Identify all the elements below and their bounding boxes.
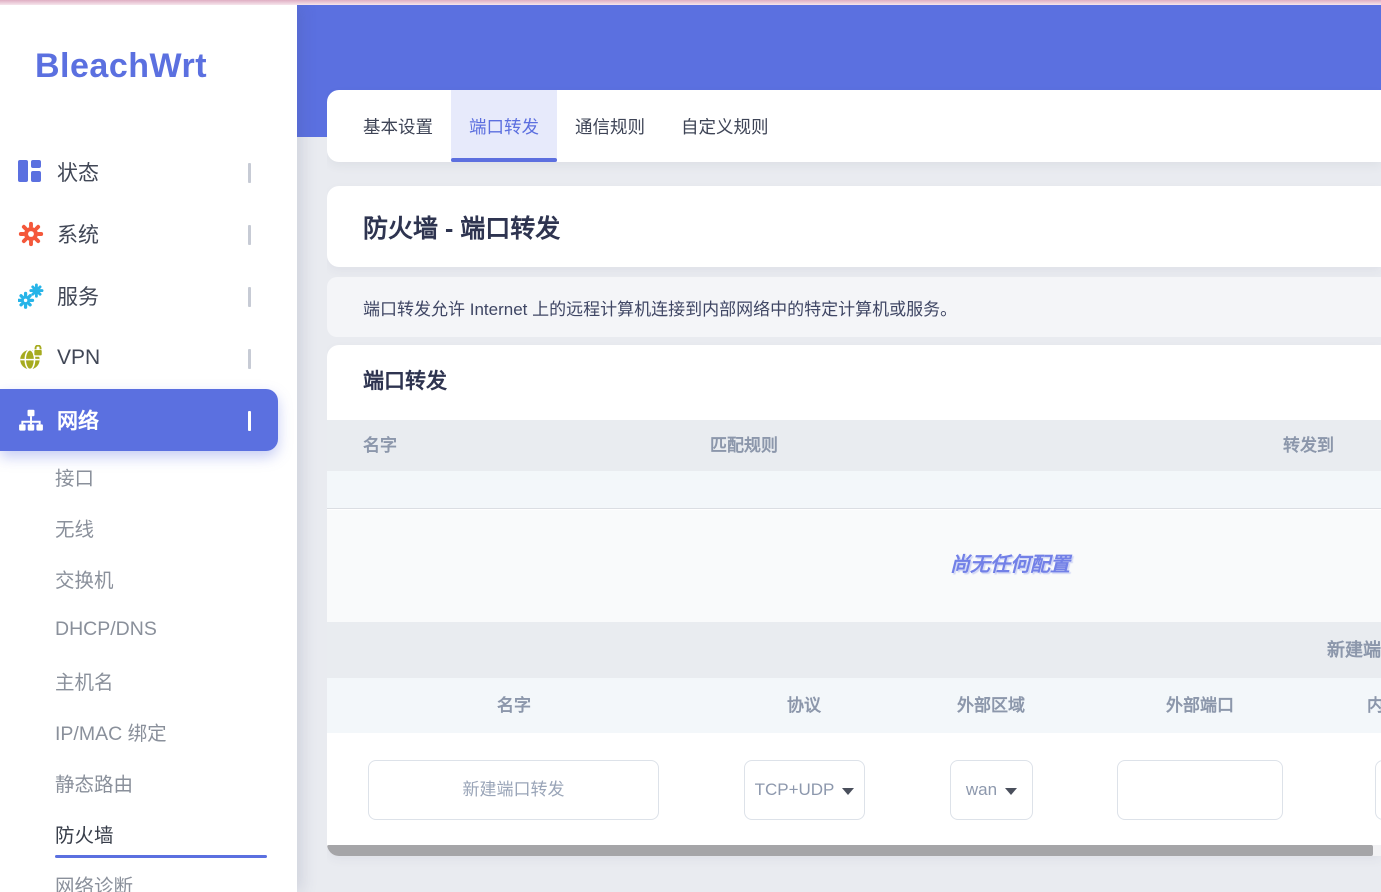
tab-general-settings[interactable]: 基本设置 [345, 90, 451, 162]
protocol-select-value: TCP+UDP [755, 780, 835, 800]
sidebar-item-label: 系统 [57, 219, 99, 249]
sidebar-item-label: VPN [57, 346, 100, 370]
sidebar-item-vpn[interactable]: VPN [0, 327, 297, 389]
form-column-protocol: 协议 [724, 678, 884, 733]
sidebar-submenu-network: 接口 无线 交换机 DHCP/DNS 主机名 IP/MAC 绑定 静态路由 防火… [0, 451, 297, 892]
sidebar: BleachWrt 状态 [0, 5, 297, 892]
sidebar-item-status[interactable]: 状态 [0, 141, 297, 203]
dropdown-caret-icon [1005, 788, 1017, 795]
rules-table-empty-zone: 尚无任何配置 [327, 510, 1381, 622]
chevron-right-icon [248, 225, 251, 243]
chevron-down-icon [248, 411, 251, 429]
sidebar-item-ip-mac-binding[interactable]: IP/MAC 绑定 [0, 706, 297, 757]
globe-lock-icon [18, 345, 44, 371]
sidebar-item-label: 状态 [57, 157, 99, 187]
form-column-internal-zone: 内部区域 [1321, 678, 1381, 733]
form-column-name: 名字 [434, 678, 594, 733]
create-form-header: 名字 协议 外部区域 外部端口 内部区域 [327, 678, 1381, 733]
internal-zone-input[interactable] [1375, 760, 1381, 820]
chevron-right-icon [248, 349, 251, 367]
tab-traffic-rules[interactable]: 通信规则 [557, 90, 663, 162]
external-zone-select[interactable]: wan [950, 760, 1033, 820]
sidebar-item-label: 服务 [57, 281, 99, 311]
sidebar-item-dhcp-dns[interactable]: DHCP/DNS [0, 604, 297, 655]
app-window: BleachWrt 状态 [0, 0, 1381, 892]
dropdown-caret-icon [842, 788, 854, 795]
external-zone-value: wan [966, 780, 997, 800]
column-header-match: 匹配规则 [710, 420, 778, 471]
loading-progress-strip [0, 0, 1381, 5]
rules-table-empty-row [327, 471, 1381, 509]
brand-logo[interactable]: BleachWrt [35, 47, 207, 86]
scrollbar-thumb[interactable] [327, 845, 1373, 856]
gear-icon [18, 221, 44, 247]
external-port-input[interactable] [1117, 760, 1283, 820]
dashboard-icon [18, 159, 44, 185]
create-section-row: 新建端口转发 [327, 622, 1381, 678]
chevron-right-icon [248, 163, 251, 181]
chevron-right-icon [248, 287, 251, 305]
sidebar-item-switch[interactable]: 交换机 [0, 553, 297, 604]
sidebar-item-static-routes[interactable]: 静态路由 [0, 757, 297, 808]
main-content: 基本设置 端口转发 通信规则 自定义规则 防火墙 - 端口转发 端口转发允许 I… [327, 0, 1381, 892]
sidebar-item-network[interactable]: 网络 [0, 389, 278, 451]
create-section-title: 新建端口转发 [327, 622, 1381, 678]
form-column-external-zone: 外部区域 [911, 678, 1071, 733]
create-form-row: TCP+UDP wan [327, 733, 1381, 845]
tab-port-forwards[interactable]: 端口转发 [451, 90, 557, 162]
column-header-name: 名字 [363, 420, 397, 471]
sidebar-menu: 状态 系统 [0, 141, 297, 451]
sidebar-item-hostnames[interactable]: 主机名 [0, 655, 297, 706]
empty-state-text: 尚无任何配置 [327, 548, 1381, 577]
sidebar-item-system[interactable]: 系统 [0, 203, 297, 265]
horizontal-scrollbar[interactable] [327, 845, 1381, 856]
form-column-external-port: 外部端口 [1120, 678, 1280, 733]
sidebar-item-label: 网络 [57, 405, 99, 435]
page-description-card: 端口转发允许 Internet 上的远程计算机连接到内部网络中的特定计算机或服务… [327, 277, 1381, 337]
sitemap-icon [18, 407, 44, 433]
protocol-select[interactable]: TCP+UDP [744, 760, 865, 820]
gears-icon [18, 283, 44, 309]
rules-table-header: 名字 匹配规则 转发到 [327, 420, 1381, 471]
section-title: 端口转发 [363, 365, 447, 395]
sidebar-item-firewall[interactable]: 防火墙 [0, 808, 297, 859]
page-description: 端口转发允许 Internet 上的远程计算机连接到内部网络中的特定计算机或服务… [363, 295, 957, 320]
sidebar-item-interfaces[interactable]: 接口 [0, 451, 297, 502]
sidebar-item-services[interactable]: 服务 [0, 265, 297, 327]
tab-bar: 基本设置 端口转发 通信规则 自定义规则 [327, 90, 1381, 162]
column-header-forward-to: 转发到 [1283, 420, 1334, 471]
sidebar-item-diagnostics[interactable]: 网络诊断 [0, 859, 297, 892]
page-title-card: 防火墙 - 端口转发 [327, 186, 1381, 267]
name-input[interactable] [368, 760, 659, 820]
page-title: 防火墙 - 端口转发 [363, 209, 560, 245]
port-forwards-card: 端口转发 名字 匹配规则 转发到 尚无任何配置 新建端口转发 名字 协议 外部区… [327, 345, 1381, 856]
tab-custom-rules[interactable]: 自定义规则 [663, 90, 787, 162]
sidebar-item-wireless[interactable]: 无线 [0, 502, 297, 553]
